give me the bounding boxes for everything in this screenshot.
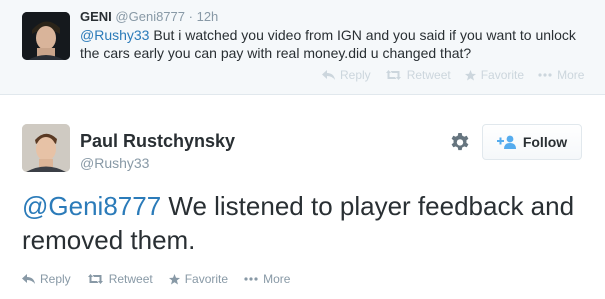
reply-button[interactable]: Reply [22,272,71,286]
reply-label: Reply [340,68,371,82]
timestamp[interactable]: 12h [197,9,219,24]
add-user-icon [496,135,516,149]
author-name[interactable]: GENI [80,9,112,24]
retweet-label: Retweet [406,68,451,82]
more-icon [244,277,258,281]
tweet-actions: Reply Retweet Favorite More [322,68,584,82]
main-tweet: Paul Rustchynsky @Rushy33 Follow @Geni87… [0,96,605,299]
favorite-label: Favorite [480,68,525,82]
reply-label: Reply [40,272,71,286]
tweet-body: But i watched you video from IGN and you… [80,27,576,61]
retweet-label: Retweet [108,272,153,286]
star-icon [464,69,476,80]
follow-button[interactable]: Follow [482,124,582,160]
star-icon [168,273,180,284]
reply-header: GENI @Geni8777 · 12h [80,9,218,24]
reply-button[interactable]: Reply [322,68,371,82]
timestamp-separator: · [188,9,193,24]
avatar[interactable] [22,12,70,60]
reply-icon [22,274,35,284]
more-button[interactable]: More [244,272,290,286]
tweet-text: @Geni8777 We listened to player feedback… [22,189,592,257]
mention-link[interactable]: @Rushy33 [80,27,149,43]
follow-label: Follow [522,134,568,150]
favorite-button[interactable]: Favorite [168,272,229,286]
tweet-text: @Rushy33 But i watched you video from IG… [80,26,580,62]
retweet-icon [87,274,103,284]
tweet-actions: Reply Retweet Favorite More [22,272,290,286]
reply-icon [322,70,335,80]
gear-icon[interactable] [448,131,472,155]
more-icon [538,73,552,77]
author-name[interactable]: Paul Rustchynsky [80,131,235,152]
retweet-button[interactable]: Retweet [87,272,153,286]
more-button[interactable]: More [538,68,584,82]
author-handle[interactable]: @Rushy33 [80,155,149,171]
favorite-button[interactable]: Favorite [464,68,525,82]
favorite-label: Favorite [184,272,229,286]
avatar[interactable] [22,124,70,172]
more-label: More [557,68,585,82]
author-handle[interactable]: @Geni8777 [115,9,185,24]
mention-link[interactable]: @Geni8777 [22,191,161,221]
retweet-button[interactable]: Retweet [385,68,451,82]
more-label: More [263,272,291,286]
retweet-icon [385,70,401,80]
reply-tweet: GENI @Geni8777 · 12h @Rushy33 But i watc… [0,0,605,95]
